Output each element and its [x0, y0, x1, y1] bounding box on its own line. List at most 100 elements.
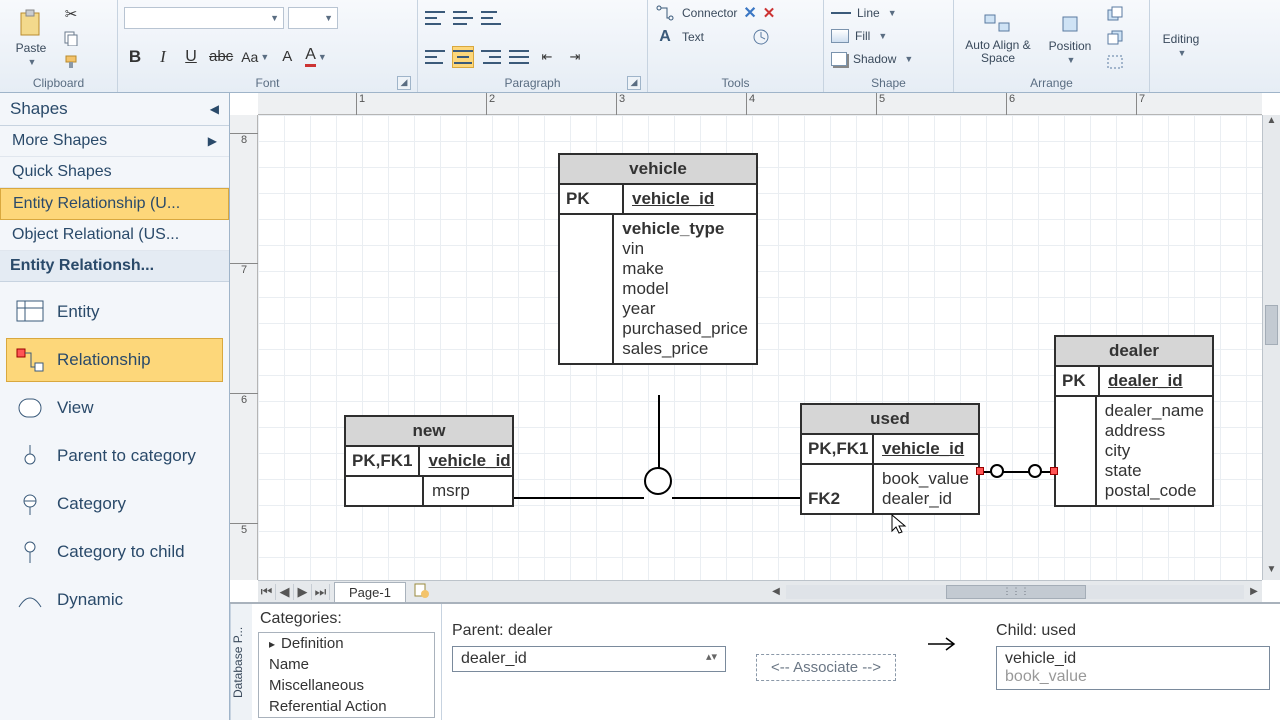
close-tool-icon[interactable]: ✕ [763, 4, 776, 22]
connector-label: Connector [682, 6, 737, 20]
group-arrange: Auto Align & Space Position▼ Arrange [954, 0, 1150, 92]
decrease-indent-button[interactable]: ⇤ [536, 46, 558, 68]
font-family-combo[interactable]: ▼ [124, 7, 284, 29]
page-next-button[interactable]: ▶ [294, 584, 312, 600]
tools-label: Tools [654, 73, 817, 92]
props-categories-title: Categories: [252, 608, 441, 630]
page-last-button[interactable]: ⏭ [312, 584, 330, 600]
tools-more-button[interactable] [750, 26, 772, 48]
align-right-button[interactable] [480, 46, 502, 68]
connector-button[interactable] [654, 2, 676, 24]
justify-button[interactable] [508, 46, 530, 68]
underline-button[interactable]: U [180, 46, 202, 68]
shapes-panel: Shapes◀ More Shapes▶ Quick Shapes Entity… [0, 93, 230, 720]
quick-shapes-row[interactable]: Quick Shapes [0, 157, 229, 188]
group-paragraph: ⇤ ⇥ Paragraph◢ [418, 0, 648, 92]
entity-used[interactable]: used PK,FK1vehicle_id FK2 book_value dea… [800, 403, 980, 515]
props-cat-definition[interactable]: Definition [259, 633, 434, 654]
change-case-button[interactable]: Aa▼ [240, 46, 270, 68]
align-center-button[interactable] [452, 46, 474, 68]
stencil-entity[interactable]: Entity [6, 290, 223, 334]
text-tool-label: Text [682, 30, 704, 44]
stencil-parent-to-category[interactable]: Parent to category [6, 434, 223, 478]
strikethrough-button[interactable]: abc [208, 46, 234, 68]
copy-button[interactable] [60, 27, 82, 49]
align-bottom-button[interactable] [480, 7, 502, 29]
align-top-button[interactable] [424, 7, 446, 29]
props-child-list[interactable]: vehicle_id book_value [996, 646, 1270, 690]
selection-handle-right[interactable] [1050, 467, 1058, 475]
entity-new[interactable]: new PK,FK1vehicle_id msrp [344, 415, 514, 507]
increase-indent-button[interactable]: ⇥ [564, 46, 586, 68]
entity-used-title: used [802, 405, 978, 435]
stencil-dynamic[interactable]: Dynamic [6, 578, 223, 622]
entity-dealer-title: dealer [1056, 337, 1212, 367]
stencil-relationship[interactable]: Relationship [6, 338, 223, 382]
entity-vehicle-title: vehicle [560, 155, 756, 185]
group-editing: Editing▼ [1150, 0, 1230, 92]
cursor-icon [890, 513, 908, 535]
connector-vehicle-down[interactable] [658, 395, 660, 469]
align-middle-button[interactable] [452, 7, 474, 29]
drawing-canvas[interactable]: vehicle PKvehicle_id vehicle_type vin ma… [258, 115, 1262, 580]
paste-button[interactable]: Paste ▼ [6, 8, 56, 68]
props-side-label[interactable]: Database P... [230, 604, 252, 720]
shape-shadow-button[interactable]: Shadow▼ [830, 48, 914, 70]
crowfoot-circle-1 [990, 464, 1004, 478]
stencil-or-row[interactable]: Object Relational (US... [0, 220, 229, 251]
props-categories-list: Definition Name Miscellaneous Referentia… [258, 632, 435, 718]
associate-button[interactable]: <-- Associate --> [756, 654, 896, 681]
entity-vehicle[interactable]: vehicle PKvehicle_id vehicle_type vin ma… [558, 153, 758, 365]
props-cat-misc[interactable]: Miscellaneous [259, 675, 434, 696]
ruler-horizontal: 1 2 3 4 5 6 7 [258, 93, 1262, 115]
stencil-view[interactable]: View [6, 386, 223, 430]
stencil-er-row[interactable]: Entity Relationship (U... [0, 188, 229, 220]
crowfoot-circle-2 [1028, 464, 1042, 478]
props-cat-refaction[interactable]: Referential Action [259, 696, 434, 717]
ruler-vertical: 8 7 6 5 [230, 115, 258, 580]
pointer-tool-icon[interactable]: ✕ [743, 3, 756, 23]
connector-to-used[interactable] [672, 497, 800, 499]
stencil-category[interactable]: Category [6, 482, 223, 526]
italic-button[interactable]: I [152, 46, 174, 68]
vertical-scrollbar[interactable]: ▲ ▼ [1262, 115, 1280, 580]
page-first-button[interactable]: ⏮ [258, 584, 276, 600]
cut-button[interactable]: ✂ [60, 3, 82, 25]
font-size-inc-button[interactable]: A [276, 46, 298, 68]
shape-line-button[interactable]: Line▼ [830, 2, 898, 24]
position-button[interactable]: Position▼ [1040, 8, 1100, 68]
props-cat-name[interactable]: Name [259, 654, 434, 675]
shape-fill-button[interactable]: Fill▼ [830, 25, 888, 47]
entity-dealer[interactable]: dealer PKdealer_id dealer_name address c… [1054, 335, 1214, 507]
font-dialog-launcher[interactable]: ◢ [397, 76, 411, 90]
shape-label: Shape [830, 73, 947, 92]
selection-handle-left[interactable] [976, 467, 984, 475]
page-tab-1[interactable]: Page-1 [334, 582, 406, 602]
connector-to-new[interactable] [514, 497, 644, 499]
arrange-label: Arrange [960, 73, 1143, 92]
paragraph-dialog-launcher[interactable]: ◢ [627, 76, 641, 90]
group-button[interactable] [1104, 51, 1126, 73]
editing-button[interactable]: Editing▼ [1156, 15, 1206, 75]
stencil-category-to-child[interactable]: Category to child [6, 530, 223, 574]
horizontal-scrollbar[interactable]: ◀ ⋮⋮⋮ ▶ [768, 581, 1262, 602]
send-back-button[interactable] [1104, 27, 1126, 49]
text-tool-button[interactable]: A [654, 26, 676, 48]
bring-front-button[interactable] [1104, 3, 1126, 25]
props-child-label: Child: used [996, 622, 1270, 640]
format-painter-button[interactable] [60, 51, 82, 73]
font-size-combo[interactable]: ▼ [288, 7, 338, 29]
props-parent-field[interactable]: dealer_id▴▾ [452, 646, 726, 672]
align-left-button[interactable] [424, 46, 446, 68]
font-color-button[interactable]: A▼ [304, 46, 328, 68]
more-shapes-row[interactable]: More Shapes▶ [0, 126, 229, 157]
page-prev-button[interactable]: ◀ [276, 584, 294, 600]
shapes-panel-header[interactable]: Shapes◀ [0, 93, 229, 126]
group-clipboard: Paste ▼ ✂ Clipboard [0, 0, 118, 92]
group-tools: Connector ✕ ✕ A Text Tools [648, 0, 824, 92]
group-font: ▼ ▼ B I U abc Aa▼ A A▼ Font◢ [118, 0, 418, 92]
bold-button[interactable]: B [124, 46, 146, 68]
auto-align-button[interactable]: Auto Align & Space [960, 8, 1036, 68]
new-page-button[interactable] [412, 582, 430, 601]
category-circle[interactable] [644, 467, 672, 495]
